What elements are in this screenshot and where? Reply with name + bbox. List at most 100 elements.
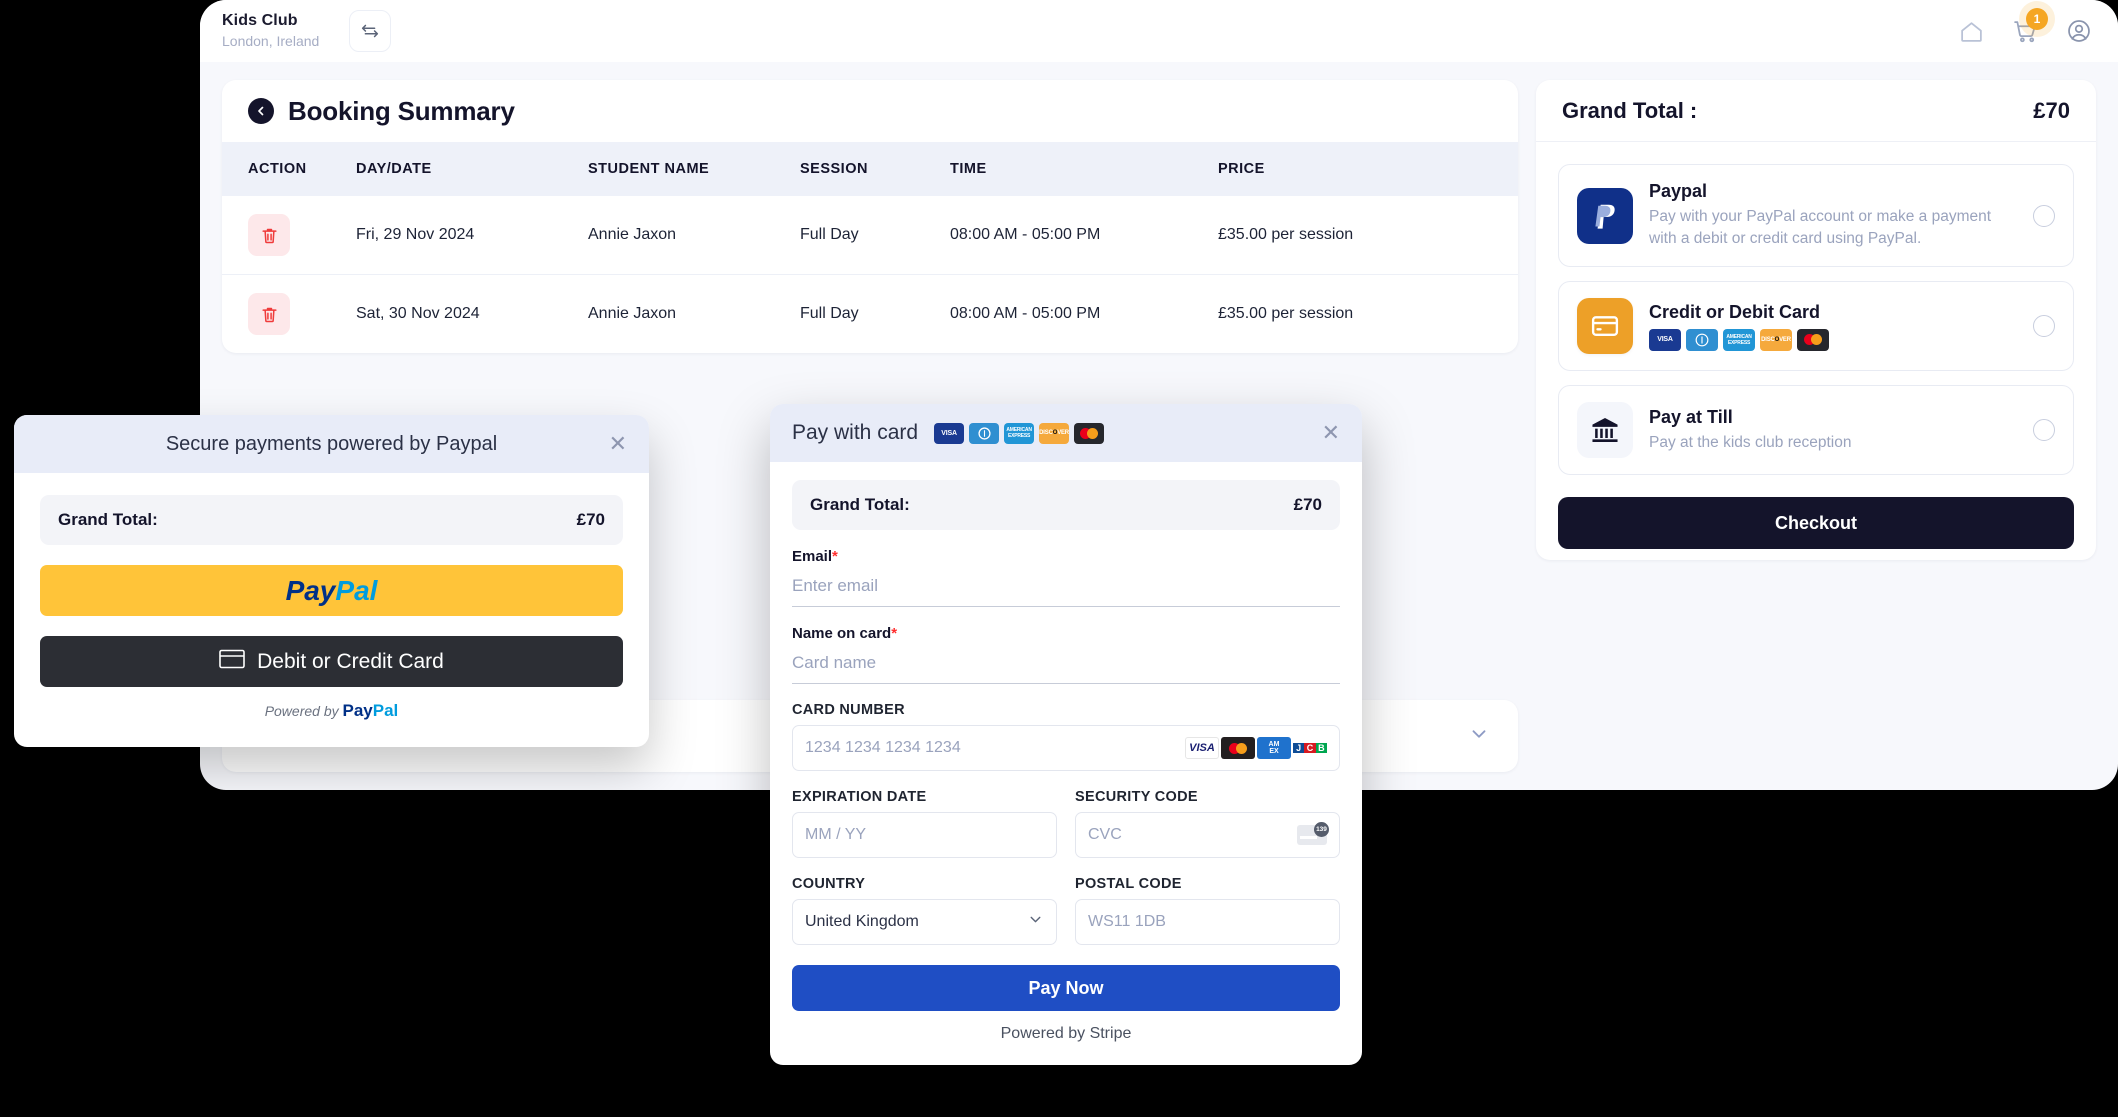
paypal-logo-pay: Pay [285,574,336,606]
paypal-modal-body: Grand Total: £70 Pay Pal Debit or Credit … [14,473,649,747]
required-marker: * [891,625,898,642]
amex-icon: AMERICAN EXPRESS [1723,328,1755,351]
cell-day-date: Sat, 30 Nov 2024 [346,274,578,353]
close-icon[interactable]: ✕ [609,433,627,455]
top-bar: Kids Club London, Ireland 1 [200,0,2118,62]
email-label: Email* [792,548,1340,565]
row-action-cell [222,196,346,275]
name-on-card-label: Name on card* [792,625,1340,642]
payment-method-till[interactable]: Pay at Till Pay at the kids club recepti… [1558,385,2074,475]
top-bar-actions: 1 [1958,8,2092,44]
stripe-modal-body: Grand Total: £70 Email* Name on card* CA… [770,462,1362,1065]
payment-method-text: Paypal Pay with your PayPal account or m… [1649,181,2017,250]
column-price: PRICE [1218,161,1265,177]
security-code-label: SECURITY CODE [1075,789,1198,805]
checkout-button[interactable]: Checkout [1558,497,2074,549]
card-number-box[interactable]: VISA AMEX J C B [792,725,1340,771]
chevron-left-icon[interactable] [248,98,274,124]
powered-by-stripe: Powered by Stripe [1000,1025,1132,1042]
chevron-down-icon[interactable] [1468,723,1490,750]
paypal-grand-total: Grand Total: £70 [40,495,623,545]
cell-session: Full Day [790,274,940,353]
payment-method-text: Credit or Debit Card VISA AMERICAN EXPRES… [1649,302,2017,351]
stripe-pay-with-card-modal: Pay with card VISA AMERICAN EXPRESS DISC O… [770,404,1362,1065]
radio-paypal[interactable] [2033,204,2055,227]
discover-icon: DISC O VER [1039,422,1070,444]
payment-method-title: Credit or Debit Card [1649,301,1821,322]
visa-icon: VISA [1649,328,1681,351]
payment-method-text: Pay at Till Pay at the kids club recepti… [1649,407,2017,454]
postal-code-label: POSTAL CODE [1075,876,1182,892]
payment-method-card[interactable]: Credit or Debit Card VISA AMERICAN EXPRES… [1558,281,2074,371]
cell-price: £35.00 per session [1218,226,1354,243]
exp-cvc-row: EXPIRATION DATE SECURITY CODE [792,771,1340,858]
security-code-field[interactable] [1088,826,1297,844]
postal-code-box[interactable] [1075,899,1340,945]
stripe-modal-header: Pay with card VISA AMERICAN EXPRESS DISC O… [770,404,1362,462]
stripe-grand-total-value: £70 [1293,495,1322,514]
table-body: Fri, 29 Nov 2024 Annie Jaxon Full Day 08… [222,196,1518,353]
column-session: SESSION [800,161,868,177]
country-box[interactable]: United Kingdom [792,899,1057,945]
email-field[interactable] [792,565,1340,607]
country-group: COUNTRY United Kingdom [792,858,1057,945]
paypal-debit-credit-button[interactable]: Debit or Credit Card [40,636,623,687]
diners-icon [1686,328,1718,351]
paypal-modal: Secure payments powered by Paypal ✕ Gran… [14,415,649,747]
expiration-label: EXPIRATION DATE [792,789,927,805]
table-header-row: ACTION DAY/DATE STUDENT NAME SESSION TIM… [222,142,1518,196]
booking-summary-card: Booking Summary ACTION DAY/DATE STUDENT … [222,80,1518,353]
swap-arrows-icon[interactable] [349,10,392,52]
trash-icon[interactable] [248,214,290,256]
radio-card[interactable] [2033,315,2055,337]
payment-method-paypal[interactable]: Paypal Pay with your PayPal account or m… [1558,164,2074,267]
jcb-seg-j: J [1293,743,1305,753]
pay-now-button[interactable]: Pay Now [792,965,1340,1011]
country-value: United Kingdom [805,913,919,930]
email-label-text: Email [792,548,833,565]
booking-summary-header: Booking Summary [222,80,1518,142]
chevron-down-icon[interactable] [1027,911,1044,933]
stripe-header-brand-row: VISA AMERICAN EXPRESS DISC O VER [934,422,1105,444]
expiration-group: EXPIRATION DATE [792,771,1057,858]
radio-till[interactable] [2033,419,2055,441]
paypal-powered-brand-pal: Pal [372,701,399,720]
cell-session: Full Day [800,226,859,243]
card-number-field[interactable] [805,739,1185,757]
close-icon[interactable]: ✕ [1322,422,1340,444]
name-on-card-field[interactable] [792,642,1340,684]
paypal-grand-total-value: £70 [576,510,605,529]
stripe-grand-total: Grand Total: £70 [792,480,1340,530]
column-student-name: STUDENT NAME [588,161,710,177]
card-icon [219,648,245,676]
expiration-field[interactable] [805,826,1044,844]
mastercard-icon [1221,737,1255,759]
column-day-date: DAY/DATE [356,161,432,177]
cell-time: 08:00 AM - 05:00 PM [940,274,1208,353]
column-action: ACTION [248,161,307,177]
cart-badge: 1 [2026,8,2048,30]
paypal-powered-brand-pay: Pay [342,701,373,720]
payment-method-title: Paypal [1649,181,1708,201]
cart-icon[interactable]: 1 [2012,8,2048,44]
security-code-group: SECURITY CODE [1075,771,1340,858]
home-icon[interactable] [1958,18,1984,44]
postal-code-field[interactable] [1088,913,1327,931]
jcb-icon: J C B [1293,737,1327,759]
paypal-checkout-button[interactable]: Pay Pal [40,565,623,616]
visa-icon: VISA [934,422,965,444]
expiration-box[interactable] [792,812,1057,858]
payment-methods-list: Paypal Pay with your PayPal account or m… [1536,142,2096,475]
account-circle-icon[interactable] [2066,18,2092,44]
diners-icon [969,422,1000,444]
trash-icon[interactable] [248,293,290,335]
brand-block: Kids Club London, Ireland [222,12,319,50]
payment-panel: Grand Total : £70 Paypal Pay with your P… [1536,80,2096,560]
paypal-powered-by: Powered by PayPal [40,701,623,721]
amex-icon: AM EX [1257,737,1291,759]
grand-total-value: £70 [2033,97,2070,123]
visa-icon: VISA [1185,737,1219,759]
row-action-cell [222,274,346,353]
security-code-box[interactable] [1075,812,1340,858]
grand-total-row: Grand Total : £70 [1536,80,2096,142]
